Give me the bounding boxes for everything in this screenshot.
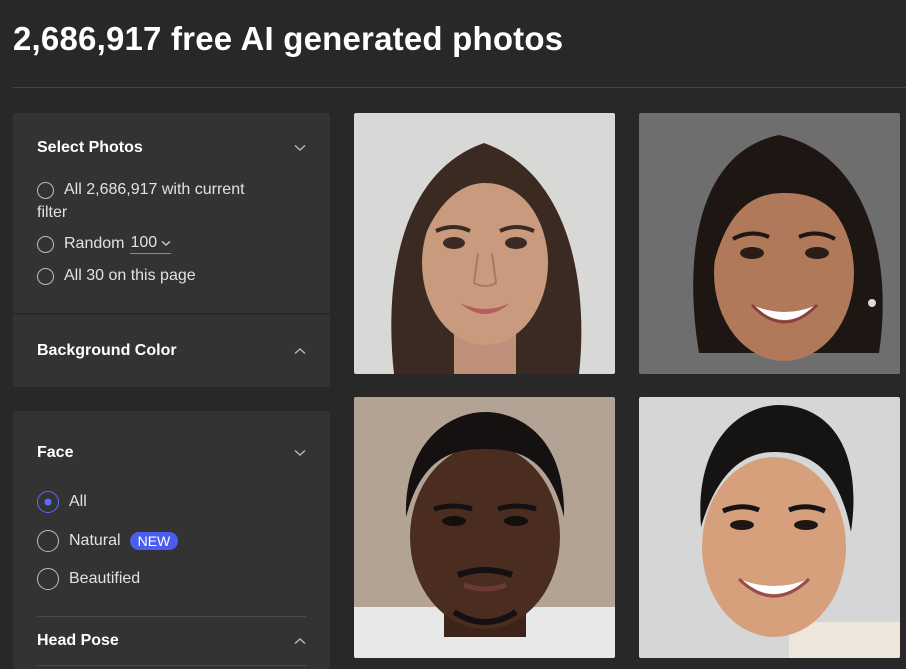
face-option-beautified[interactable]: Beautified [37, 568, 140, 590]
face-option-beautified-label: Beautified [69, 570, 141, 587]
chevron-up-icon [294, 637, 306, 645]
face-option-natural[interactable]: Natural NEW [37, 530, 179, 552]
option-all-current-filter[interactable]: All 2,686,917 with current [37, 177, 297, 203]
page-title: 2,686,917 free AI generated photos [13, 20, 564, 57]
photo-card[interactable] [639, 113, 900, 374]
radio-face-all[interactable] [37, 491, 59, 513]
title-divider [13, 87, 906, 88]
face-option-all-label: All [69, 493, 87, 510]
face-header[interactable]: Face [37, 444, 306, 462]
random-count-dropdown[interactable]: 100 [130, 234, 172, 254]
face-photo [639, 113, 900, 374]
select-photos-title: Select Photos [37, 139, 143, 156]
face-photo [639, 397, 900, 658]
option-random-label: Random [64, 235, 125, 252]
photo-card[interactable] [354, 397, 615, 658]
option-all-label-continued: filter [37, 204, 68, 221]
face-title: Face [37, 444, 74, 461]
option-all-label: All 2,686,917 with current [64, 181, 245, 198]
random-count-value: 100 [130, 234, 158, 251]
radio-page[interactable] [37, 267, 54, 285]
radio-all[interactable] [37, 182, 54, 199]
background-color-header[interactable]: Background Color [37, 342, 306, 360]
option-page-label: All 30 on this page [64, 267, 196, 284]
face-option-all[interactable]: All [37, 491, 87, 513]
head-pose-header[interactable]: Head Pose [37, 632, 306, 650]
face-photo [354, 397, 615, 658]
option-all-on-page[interactable]: All 30 on this page [37, 267, 196, 285]
head-pose-separator [37, 665, 306, 666]
select-photos-header[interactable]: Select Photos [37, 139, 306, 157]
chevron-down-icon [157, 234, 171, 252]
face-inner-separator [37, 616, 306, 617]
panel-separator [13, 313, 330, 315]
background-color-title: Background Color [37, 342, 177, 359]
chevron-up-icon [294, 347, 306, 355]
select-photos-panel: Select Photos All 2,686,917 with current… [13, 113, 330, 387]
chevron-down-icon [294, 449, 306, 457]
new-badge: NEW [129, 532, 179, 550]
photo-card[interactable] [354, 113, 615, 374]
radio-face-beautified[interactable] [37, 568, 59, 590]
photo-card[interactable] [639, 397, 900, 658]
radio-face-natural[interactable] [37, 530, 59, 552]
option-random[interactable]: Random 100 [37, 234, 172, 254]
face-photo [354, 113, 615, 374]
face-panel: Face All Natural NEW Beautified Head Pos… [13, 411, 330, 669]
head-pose-title: Head Pose [37, 632, 119, 649]
radio-random[interactable] [37, 235, 54, 253]
chevron-down-icon [294, 144, 306, 152]
face-option-natural-label: Natural [69, 532, 121, 549]
